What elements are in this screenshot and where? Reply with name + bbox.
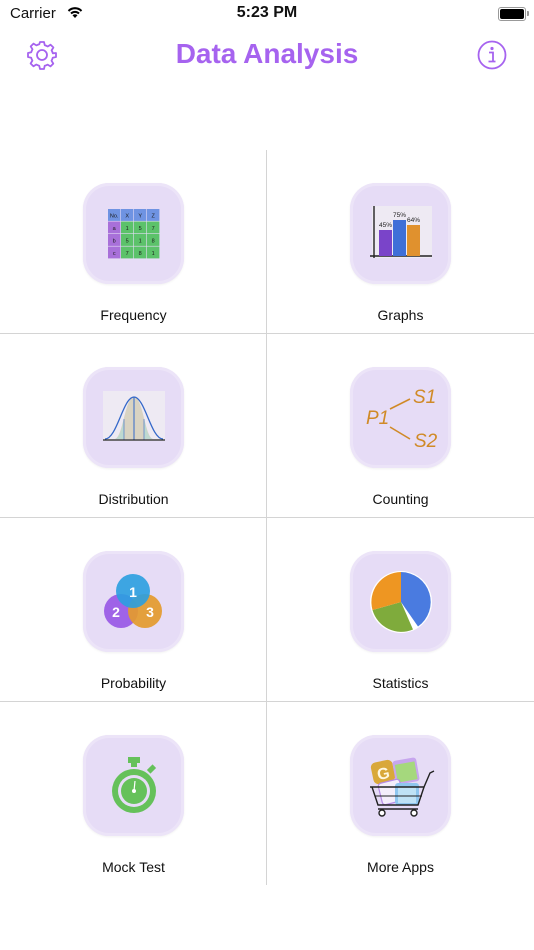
bar-graph-icon: 45% 75% 64% [350,183,451,284]
table-cell-text: 5 [125,238,128,244]
table-cell-text: 1 [138,238,141,244]
menu-item-label: Graphs [377,307,424,323]
menu-item-graphs[interactable]: 45% 75% 64% Graphs [267,150,534,334]
table-cell-text: 8 [151,238,154,244]
counting-tree-icon: P1 S1 S2 [350,367,451,468]
table-cell-text: No. [109,213,118,219]
table-cell-text: 7 [151,225,154,231]
info-button[interactable] [475,38,509,72]
menu-item-label: Distribution [98,491,169,507]
frequency-table-icon: No. X Y Za 1 5 7 b 5 1 8 c 7 8 1 [83,183,184,284]
table-cell-text: 1 [125,225,128,231]
menu-item-statistics[interactable]: Statistics [267,518,534,702]
table-cell-text: 7 [125,250,128,256]
menu-item-frequency[interactable]: No. X Y Za 1 5 7 b 5 1 8 c 7 8 1 Frequency [0,150,267,334]
info-icon [477,40,507,70]
menu-item-label: More Apps [367,859,434,875]
tree-node: S2 [414,431,438,452]
menu-item-more-apps[interactable]: G More Apps [267,702,534,886]
venn-label: 2 [112,604,120,620]
menu-item-label: Counting [372,491,429,507]
table-cell-text: 8 [138,250,141,256]
bar-label: 75% [392,212,405,219]
venn-diagram-icon: 1 2 3 [83,551,184,652]
shopping-cart-icon: G [350,735,451,836]
menu-item-label: Probability [100,675,167,691]
bar-label: 45% [378,222,391,229]
menu-item-distribution[interactable]: Distribution [0,334,267,518]
normal-distribution-icon [83,367,184,468]
bar-label: 64% [406,217,419,224]
menu-item-probability[interactable]: 1 2 3 Probability [0,518,267,702]
tree-node: P1 [366,408,389,429]
pie-chart-icon [350,551,451,652]
menu-item-mock-test[interactable]: Mock Test [0,702,267,886]
table-cell-text: Y [138,213,142,219]
venn-label: 3 [146,604,154,620]
page-title: Data Analysis [175,38,359,69]
table-cell-text: 5 [138,225,141,231]
status-bar: Carrier 5:23 PM [0,0,534,28]
menu-item-label: Statistics [372,675,429,691]
table-cell-text: b [112,238,115,244]
stopwatch-icon [83,735,184,836]
venn-label: 1 [129,584,137,600]
menu-item-label: Mock Test [102,859,165,875]
table-cell-text: c [112,250,115,256]
tree-node: S1 [413,387,436,408]
table-cell-text: X [125,213,129,219]
menu-item-counting[interactable]: P1 S1 S2 Counting [267,334,534,518]
battery-icon [498,7,529,21]
menu-item-label: Frequency [100,307,167,323]
table-cell-text: 1 [151,250,154,256]
status-time: 5:23 PM [236,4,298,21]
navigation-bar: Data Analysis [0,36,534,76]
